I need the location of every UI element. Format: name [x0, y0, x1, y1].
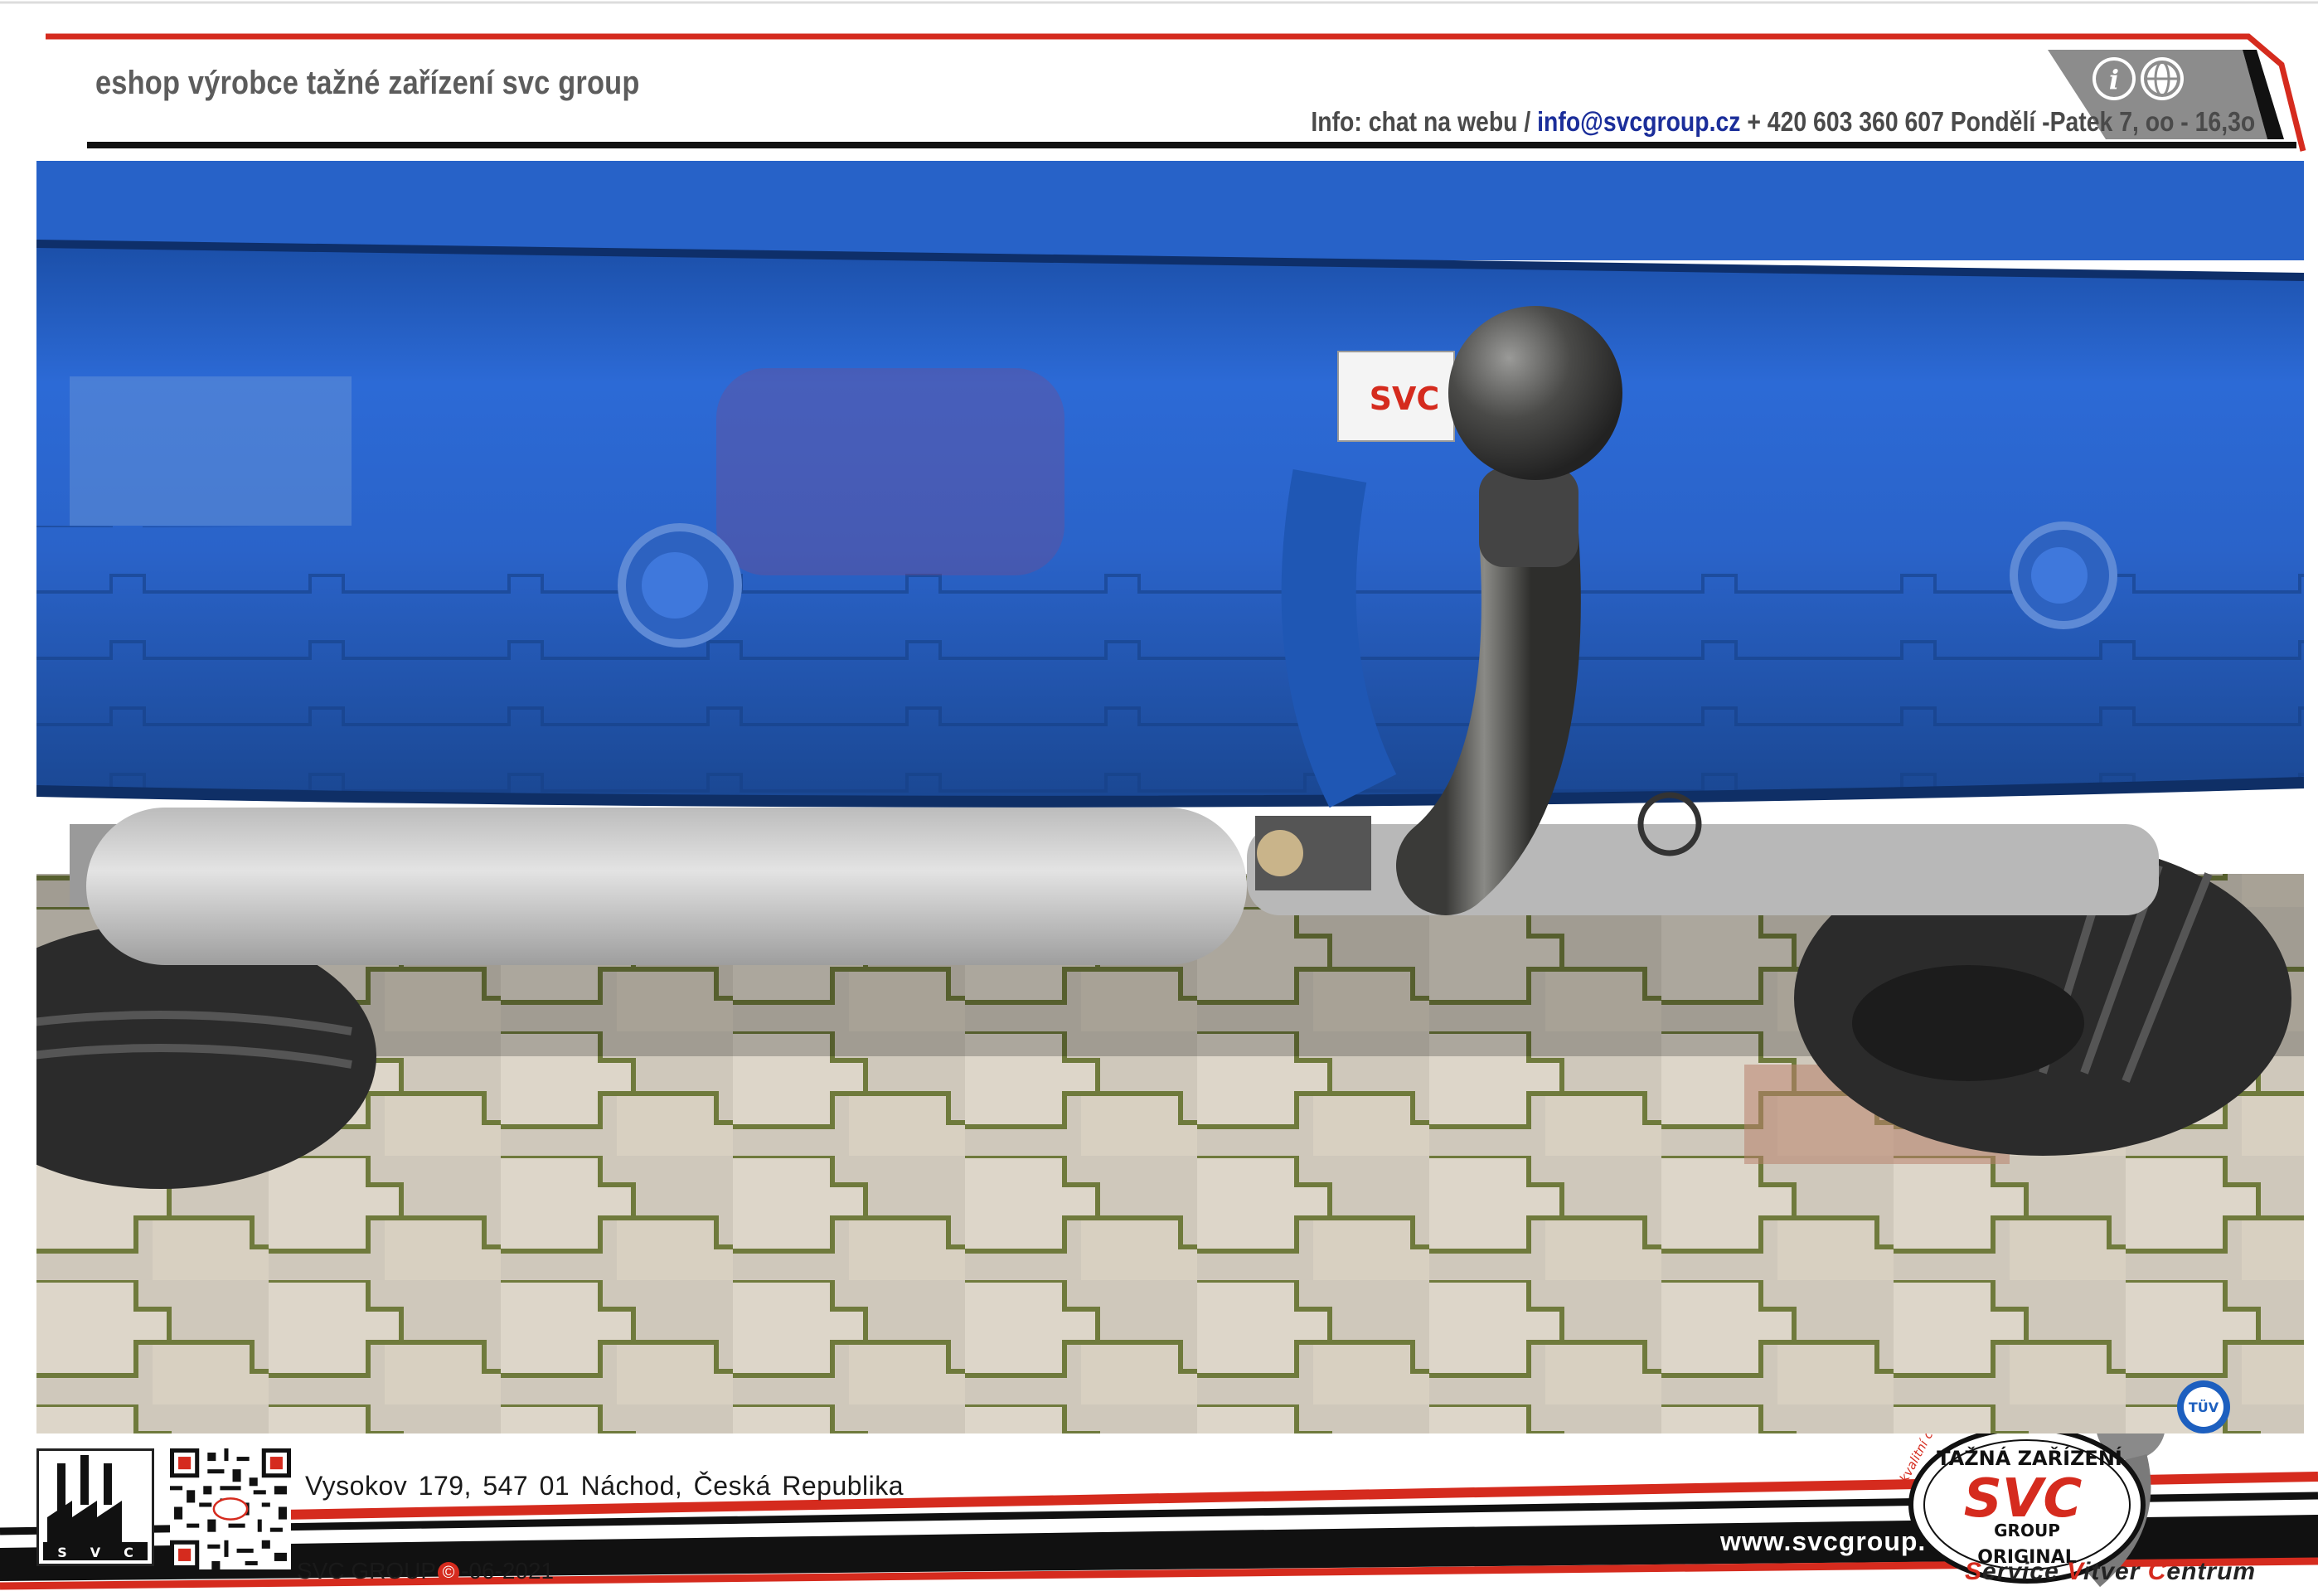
copyright-company: SVC GROUP: [297, 1558, 437, 1584]
svc-sticker: SVC: [1337, 351, 1455, 442]
tow-ball: [1448, 306, 1622, 480]
service-s: S: [1965, 1558, 1983, 1585]
service-centrum-slogan: Service Vitver Centrum: [1965, 1558, 2256, 1586]
factory-logo: S V C: [36, 1448, 154, 1566]
hitch-bracket: [1281, 468, 1397, 808]
sticker-logo: SVC: [1370, 381, 1440, 417]
header-icons: i: [2089, 54, 2189, 104]
copyright-line: SVC GROUP © -06-2021: [297, 1558, 554, 1584]
centrum-rest: entrum: [2166, 1558, 2257, 1585]
logo-letter-c: C: [124, 1545, 133, 1560]
company-address: Vysokov 179, 547 01 Náchod, Česká Republ…: [305, 1471, 904, 1501]
globe-icon[interactable]: [2141, 57, 2184, 100]
contact-prefix: Info: chat na webu /: [1311, 106, 1531, 137]
badge-group: GROUP: [1994, 1521, 2060, 1540]
service-rest: ervice: [1982, 1558, 2068, 1585]
vitver-v: V: [2067, 1558, 2084, 1585]
tuv-text: TÜV: [2189, 1400, 2219, 1415]
page-footer: S V C Vysokov 179, 547 01 Náchod, Česká …: [0, 1380, 2318, 1592]
tow-hitch-photo: SVC: [36, 161, 2304, 1433]
contact-line: Info: chat na webu / info@svcgroup.cz + …: [1311, 106, 2255, 138]
product-photo: SVC: [36, 161, 2304, 1433]
page-header: eshop výrobce tažné zařízení svc group i…: [0, 0, 2318, 158]
copyright-symbol: ©: [438, 1561, 460, 1584]
svg-text:i: i: [2109, 64, 2119, 95]
contact-phone-hours: + 420 603 360 607 Pondělí -Patek 7, oo -…: [1747, 106, 2255, 137]
logo-letter-v: V: [90, 1545, 101, 1560]
contact-email-link[interactable]: info@svcgroup.cz: [1537, 106, 1740, 137]
logo-letter-s: S: [57, 1545, 67, 1560]
qr-code[interactable]: [170, 1448, 291, 1569]
info-icon[interactable]: i: [2093, 57, 2136, 100]
centrum-c: C: [2147, 1558, 2167, 1585]
copyright-date: -06-2021: [461, 1558, 555, 1584]
tuv-badge: TÜV: [2174, 1377, 2233, 1437]
parking-sensor-right: [2010, 521, 2117, 629]
vitver-rest: itver: [2083, 1558, 2148, 1585]
site-title: eshop výrobce tažné zařízení svc group: [95, 65, 640, 101]
parking-sensor-left: [618, 523, 742, 648]
badge-top-text: TAŽNÁ ZAŘÍZENÍ: [1937, 1446, 2122, 1470]
